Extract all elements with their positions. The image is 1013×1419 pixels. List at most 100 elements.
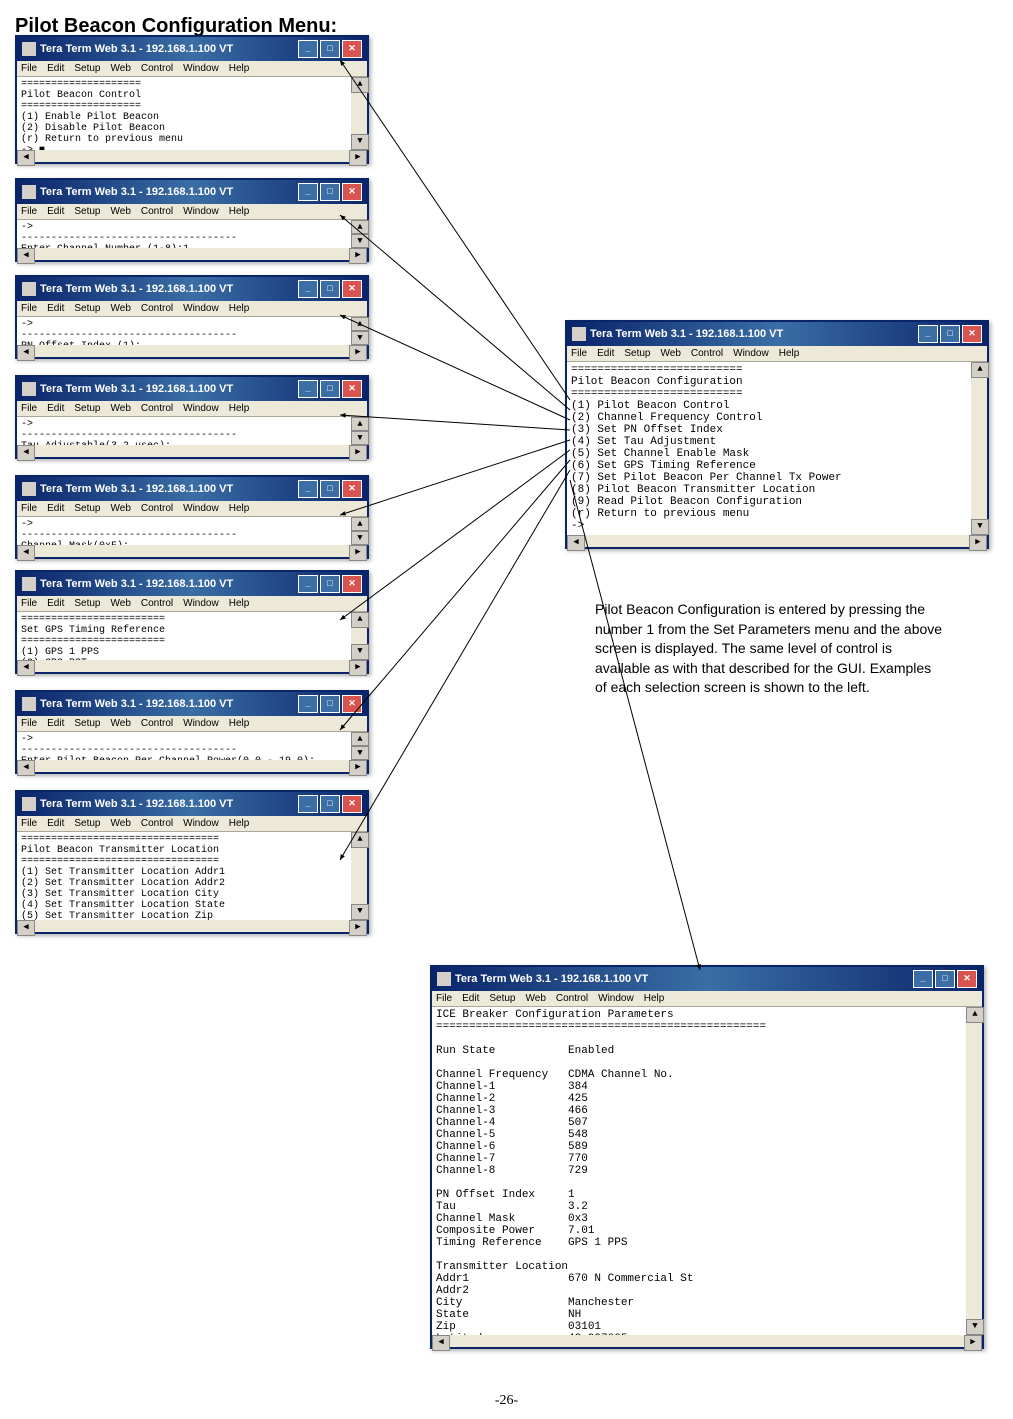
maximize-button[interactable]: □ <box>320 183 340 201</box>
menu-item[interactable]: Control <box>691 348 723 359</box>
menu-item[interactable]: Edit <box>47 206 64 217</box>
menu-item[interactable]: Window <box>183 818 219 829</box>
scroll-up-icon[interactable]: ▲ <box>966 1007 984 1023</box>
menu-item[interactable]: Window <box>183 63 219 74</box>
menu-item[interactable]: Web <box>111 206 131 217</box>
menu-item[interactable]: Control <box>141 63 173 74</box>
scroll-right-icon[interactable]: ▶ <box>349 248 367 264</box>
maximize-button[interactable]: □ <box>935 970 955 988</box>
maximize-button[interactable]: □ <box>320 480 340 498</box>
scroll-left-icon[interactable]: ◀ <box>17 760 35 776</box>
scrollbar-vertical[interactable]: ▲▼ <box>351 832 367 920</box>
scrollbar-vertical[interactable]: ▲▼ <box>971 362 987 535</box>
scroll-left-icon[interactable]: ◀ <box>17 345 35 361</box>
menu-item[interactable]: Edit <box>47 503 64 514</box>
menu-item[interactable]: Setup <box>74 303 100 314</box>
menu-item[interactable]: Control <box>141 503 173 514</box>
menu-item[interactable]: Web <box>111 503 131 514</box>
menu-item[interactable]: Window <box>733 348 769 359</box>
scroll-right-icon[interactable]: ▶ <box>349 150 367 166</box>
menu-item[interactable]: Control <box>141 598 173 609</box>
scroll-right-icon[interactable]: ▶ <box>349 545 367 561</box>
minimize-button[interactable]: _ <box>298 380 318 398</box>
close-button[interactable]: ✕ <box>342 575 362 593</box>
scroll-left-icon[interactable]: ◀ <box>432 1335 450 1351</box>
menu-item[interactable]: Setup <box>74 206 100 217</box>
scrollbar-horizontal[interactable]: ◀▶ <box>17 345 367 357</box>
menu-item[interactable]: Web <box>111 303 131 314</box>
scroll-up-icon[interactable]: ▲ <box>351 417 369 431</box>
menu-item[interactable]: Help <box>229 303 250 314</box>
window-titlebar[interactable]: Tera Term Web 3.1 - 192.168.1.100 VT_□✕ <box>17 572 367 596</box>
scrollbar-vertical[interactable]: ▲▼ <box>351 517 367 545</box>
scrollbar-horizontal[interactable]: ◀▶ <box>567 535 987 547</box>
scroll-up-icon[interactable]: ▲ <box>351 832 369 848</box>
menu-item[interactable]: Setup <box>74 63 100 74</box>
scroll-left-icon[interactable]: ◀ <box>17 248 35 264</box>
menu-item[interactable]: Web <box>111 598 131 609</box>
window-titlebar[interactable]: Tera Term Web 3.1 - 192.168.1.100 VT_□✕ <box>567 322 987 346</box>
terminal-content[interactable]: ICE Breaker Configuration Parameters ===… <box>432 1007 982 1339</box>
terminal-content[interactable]: ======================== Set GPS Timing … <box>17 612 367 664</box>
close-button[interactable]: ✕ <box>342 183 362 201</box>
menu-item[interactable]: Setup <box>74 598 100 609</box>
scrollbar-vertical[interactable]: ▲▼ <box>351 732 367 760</box>
scroll-right-icon[interactable]: ▶ <box>969 535 987 551</box>
menu-item[interactable]: Help <box>644 993 665 1004</box>
scrollbar-horizontal[interactable]: ◀▶ <box>17 660 367 672</box>
scroll-right-icon[interactable]: ▶ <box>964 1335 982 1351</box>
menu-item[interactable]: Window <box>183 206 219 217</box>
close-button[interactable]: ✕ <box>962 325 982 343</box>
menu-item[interactable]: Window <box>598 993 634 1004</box>
menu-item[interactable]: Edit <box>47 598 64 609</box>
maximize-button[interactable]: □ <box>320 40 340 58</box>
scrollbar-horizontal[interactable]: ◀▶ <box>17 445 367 457</box>
menu-item[interactable]: File <box>21 303 37 314</box>
close-button[interactable]: ✕ <box>342 795 362 813</box>
menu-item[interactable]: Edit <box>462 993 479 1004</box>
scroll-down-icon[interactable]: ▼ <box>351 746 369 760</box>
menu-item[interactable]: File <box>21 598 37 609</box>
menu-item[interactable]: Help <box>229 403 250 414</box>
scroll-right-icon[interactable]: ▶ <box>349 660 367 676</box>
window-titlebar[interactable]: Tera Term Web 3.1 - 192.168.1.100 VT_□✕ <box>17 37 367 61</box>
scroll-right-icon[interactable]: ▶ <box>349 445 367 461</box>
menu-item[interactable]: Web <box>111 63 131 74</box>
scrollbar-vertical[interactable]: ▲▼ <box>351 612 367 660</box>
menu-item[interactable]: Window <box>183 503 219 514</box>
menu-item[interactable]: File <box>21 503 37 514</box>
scroll-down-icon[interactable]: ▼ <box>351 904 369 920</box>
menu-item[interactable]: Web <box>526 993 546 1004</box>
minimize-button[interactable]: _ <box>918 325 938 343</box>
menu-item[interactable]: File <box>21 718 37 729</box>
minimize-button[interactable]: _ <box>298 575 318 593</box>
close-button[interactable]: ✕ <box>342 480 362 498</box>
menu-item[interactable]: Control <box>141 303 173 314</box>
menu-item[interactable]: Help <box>229 206 250 217</box>
menu-item[interactable]: Window <box>183 303 219 314</box>
menu-item[interactable]: Web <box>111 718 131 729</box>
close-button[interactable]: ✕ <box>342 380 362 398</box>
menu-item[interactable]: Help <box>229 598 250 609</box>
maximize-button[interactable]: □ <box>320 280 340 298</box>
scroll-left-icon[interactable]: ◀ <box>17 660 35 676</box>
scrollbar-horizontal[interactable]: ◀▶ <box>17 150 367 162</box>
menu-item[interactable]: Help <box>229 718 250 729</box>
close-button[interactable]: ✕ <box>957 970 977 988</box>
terminal-content[interactable]: ========================== Pilot Beacon … <box>567 362 987 539</box>
menu-item[interactable]: Window <box>183 403 219 414</box>
scroll-down-icon[interactable]: ▼ <box>351 644 369 660</box>
menu-item[interactable]: Control <box>556 993 588 1004</box>
menu-item[interactable]: Setup <box>74 403 100 414</box>
window-titlebar[interactable]: Tera Term Web 3.1 - 192.168.1.100 VT_□✕ <box>17 277 367 301</box>
scroll-down-icon[interactable]: ▼ <box>351 531 369 545</box>
scroll-up-icon[interactable]: ▲ <box>351 77 369 93</box>
close-button[interactable]: ✕ <box>342 695 362 713</box>
menu-item[interactable]: Setup <box>624 348 650 359</box>
menu-item[interactable]: Window <box>183 598 219 609</box>
menu-item[interactable]: Control <box>141 718 173 729</box>
scrollbar-vertical[interactable]: ▲▼ <box>351 317 367 345</box>
menu-item[interactable]: Control <box>141 403 173 414</box>
minimize-button[interactable]: _ <box>298 280 318 298</box>
scroll-left-icon[interactable]: ◀ <box>17 150 35 166</box>
